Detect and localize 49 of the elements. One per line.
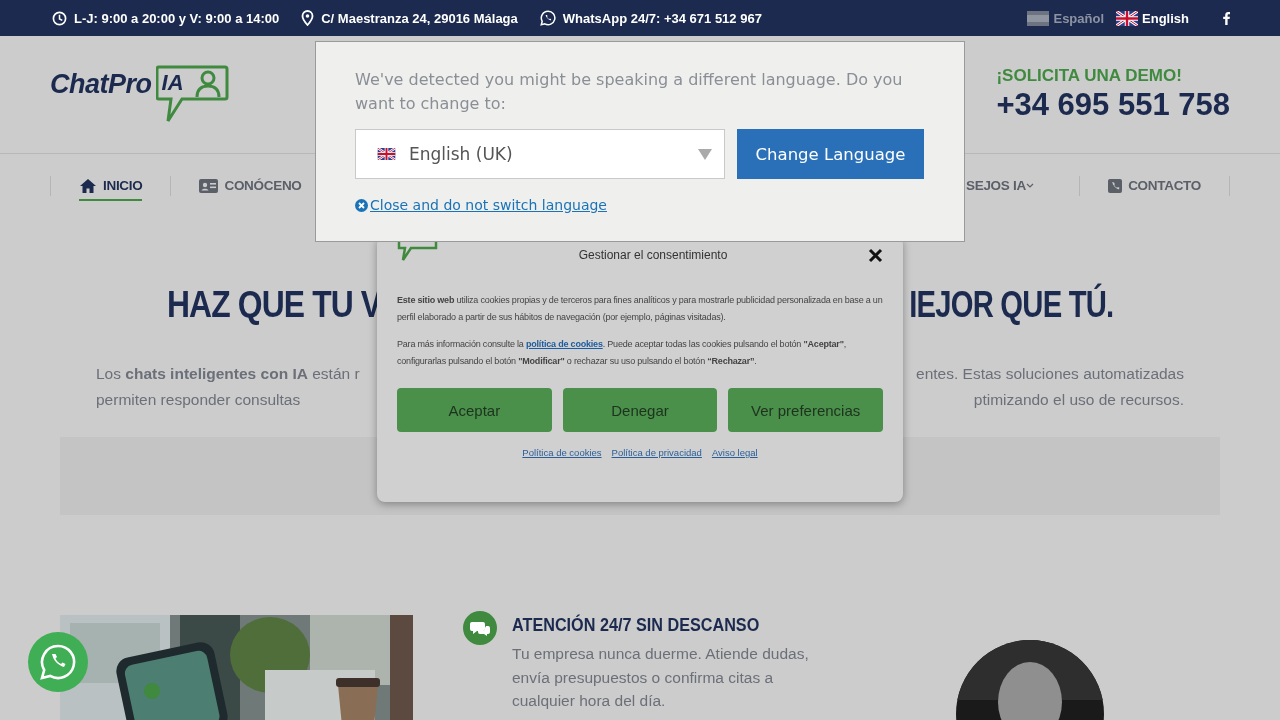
logo[interactable]: ChatPro IA <box>50 64 230 123</box>
consent-text: Para más información consulte la política de cookies. Puede aceptar todas las cookies pulsando el botón "Aceptar", configurarlas pulsando el botón "Modificar" o rechazar su uso pulsando el botón “Rechazar”. <box>397 338 847 368</box>
cookie-policy-link[interactable]: política de cookies <box>525 339 603 349</box>
clock-icon <box>52 10 67 26</box>
nav-link[interactable]: CONÓCENO <box>199 172 302 200</box>
close-icon[interactable] <box>868 248 883 263</box>
caret-icon <box>1025 183 1034 188</box>
language-link[interactable]: Español <box>1027 10 1105 26</box>
consent-button[interactable]: Aceptar <box>397 388 552 432</box>
feature-title: ATENCIÓN 24/7 SIN DESCANSO <box>512 615 761 636</box>
nav-link[interactable]: INICIO <box>79 171 143 201</box>
hours-text: L-J: 9:00 a 20:00 y V: 9:00 a 14:00 <box>74 10 280 26</box>
footer-link[interactable]: Política de cookies <box>522 447 602 458</box>
intro-text: Los chats inteligentes con IA están r <box>96 364 360 384</box>
language-link[interactable]: English <box>1116 10 1189 26</box>
home-icon <box>79 177 97 194</box>
location-pin-icon <box>301 10 315 26</box>
intro-text: ptimizando el uso de recursos. <box>972 390 1184 410</box>
demo-heading: ¡SOLICITA UNA DEMO! <box>996 66 1183 86</box>
headline-text: IEJOR QUE TÚ. <box>908 284 1113 326</box>
nav-link[interactable]: CONTACTO <box>1108 172 1201 200</box>
language-message: We've detected you might be speaking a different language. Do you want to change to: <box>355 69 904 115</box>
phone-number[interactable]: +34 695 551 758 <box>996 87 1230 123</box>
whatsapp-icon <box>539 10 556 26</box>
intro-text: entes. Estas soluciones automatizadas <box>916 364 1184 384</box>
feature-text: Tu empresa nunca duerme. Atiende dudas, envía presupuestos o confirma citas a cualquier hora del día. <box>512 644 810 711</box>
dropdown-arrow-icon <box>698 148 712 160</box>
whatsapp-chat-button[interactable] <box>28 632 88 692</box>
phone-icon <box>1108 178 1123 193</box>
facebook-icon[interactable] <box>1223 11 1230 25</box>
flag-icon <box>1027 10 1050 26</box>
flag-icon <box>1116 10 1139 26</box>
footer-link[interactable]: Política de privacidad <box>611 447 702 458</box>
id-card-icon <box>199 178 219 193</box>
language-select[interactable]: English (UK) <box>355 129 725 179</box>
intro-text: permiten responder consultas <box>96 390 302 410</box>
consent-button[interactable]: Ver preferencias <box>728 388 883 432</box>
nav-link[interactable]: SEJOS IA <box>966 172 1034 200</box>
whatsapp-text: WhatsApp 24/7: +34 671 512 967 <box>562 10 762 26</box>
address-text: C/ Maestranza 24, 29016 Málaga <box>321 10 518 26</box>
dialog-title: Gestionar el consentimiento <box>577 248 729 262</box>
chat-bubbles-icon <box>463 611 497 645</box>
footer-link[interactable]: Aviso legal <box>711 447 758 458</box>
close-icon <box>355 198 368 212</box>
change-language-button[interactable]: Change Language <box>737 129 924 179</box>
consent-text: Este sitio web utiliza cookies propias y de terceros para fines analíticos y para mostrarle publicidad personalizada en base a un perfil elaborado a partir de sus hábitos de navegación (por ejemplo, páginas visitadas). <box>397 294 883 324</box>
consent-button[interactable]: Denegar <box>562 388 718 432</box>
flag-icon <box>377 148 396 160</box>
close-link[interactable]: Close and do not switch language <box>370 197 607 213</box>
